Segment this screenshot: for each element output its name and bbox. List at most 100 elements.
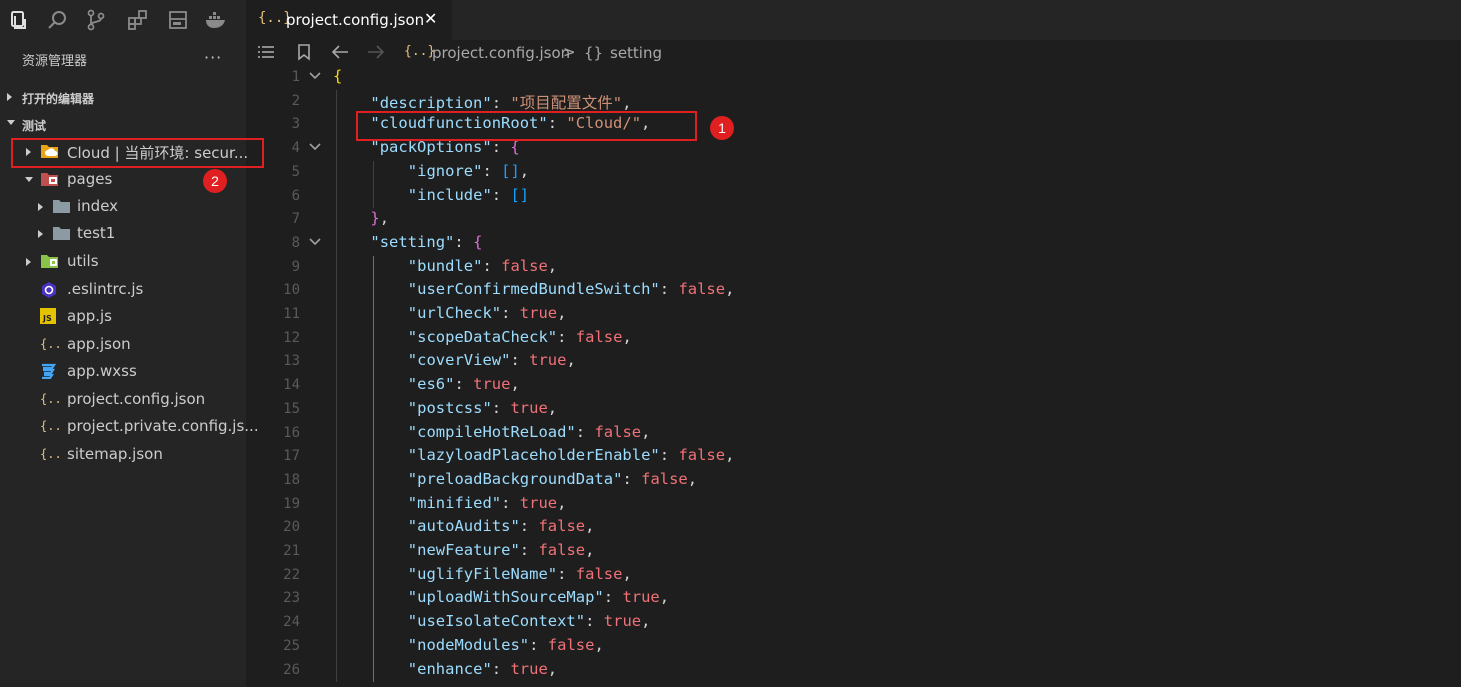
search-icon[interactable]: [46, 8, 70, 32]
code-token: ,: [641, 422, 651, 441]
code-token: false: [538, 541, 586, 559]
source-control-icon[interactable]: [84, 8, 108, 32]
code-token: :: [575, 422, 595, 441]
code-editor[interactable]: 1{2 "description": "项目配置文件", 3 "cloudfuncti…: [246, 66, 1461, 687]
line-number: 21: [283, 543, 300, 559]
annotation-badge-2: 2: [203, 169, 227, 193]
tree-item[interactable]: {..} sitemap.json: [0, 441, 246, 468]
code-line: 12 "scopeDataCheck": false,: [246, 327, 1461, 351]
code-token: :: [454, 375, 474, 394]
line-number: 1: [291, 69, 300, 85]
code-text: "userConfirmedBundleSwitch": false,: [408, 280, 735, 298]
css-icon: [40, 363, 57, 383]
breadcrumb: {..} project.config.json > {} setting: [246, 40, 1461, 66]
code-token: ,: [725, 446, 735, 465]
code-token: "ignore": [407, 161, 483, 180]
json-file-icon: {..}: [404, 44, 436, 59]
list-icon[interactable]: [256, 43, 276, 65]
json-icon: {..}: [40, 418, 69, 438]
code-line: 11 "urlCheck": true,: [246, 303, 1461, 327]
code-token: ,: [641, 612, 651, 631]
code-token: "userConfirmedBundleSwitch": [407, 280, 660, 299]
code-token: true: [510, 398, 548, 417]
code-line: 23 "uploadWithSourceMap": true,: [246, 587, 1461, 611]
code-token: :: [491, 398, 511, 417]
code-token: "enhance": [407, 659, 492, 678]
tree-item-label: utils: [67, 252, 99, 270]
code-token: "es6": [407, 375, 455, 394]
tree-item[interactable]: app.wxss: [0, 358, 246, 385]
fold-chevron-icon[interactable]: [308, 140, 322, 154]
code-line: 26 "enhance": true,: [246, 659, 1461, 683]
svg-text:{..}: {..}: [40, 419, 62, 433]
tree-item[interactable]: {..} project.private.config.js...: [0, 413, 259, 440]
line-number: 26: [283, 661, 300, 678]
explorer-icon[interactable]: [6, 8, 30, 32]
tree-item[interactable]: {..} project.config.json: [0, 386, 246, 413]
bookmark-icon[interactable]: [296, 43, 312, 65]
code-token: "setting": [370, 232, 455, 251]
tab-project-config[interactable]: {..} project.config.json ✕: [246, 0, 452, 40]
code-text: "include": []: [408, 186, 529, 204]
close-icon[interactable]: ✕: [424, 9, 437, 28]
code-token: :: [659, 280, 679, 299]
tree-item[interactable]: JS app.js: [0, 303, 246, 330]
code-text: "enhance": true,: [408, 660, 557, 678]
tree-item-label: project.config.json: [67, 390, 206, 408]
code-text: "bundle": false,: [408, 257, 557, 275]
folder-icon: [52, 198, 72, 218]
code-line: 19 "minified": true,: [246, 493, 1461, 517]
code-token: false: [575, 327, 623, 346]
layout-icon[interactable]: [166, 8, 190, 32]
js-icon: JS: [40, 308, 56, 328]
code-line: 16 "compileHotReLoad": false,: [246, 422, 1461, 446]
code-line: 20 "autoAudits": false,: [246, 516, 1461, 540]
more-actions-icon[interactable]: ···: [204, 48, 222, 67]
code-token: false: [538, 517, 586, 536]
code-token: :: [491, 659, 511, 678]
breadcrumb-file[interactable]: project.config.json: [432, 44, 570, 62]
open-editors-section[interactable]: 打开的编辑器: [0, 85, 246, 109]
line-number: 25: [283, 637, 300, 654]
code-token: ,: [557, 304, 567, 322]
line-number: 6: [291, 187, 300, 204]
breadcrumb-setting[interactable]: setting: [610, 44, 662, 62]
tree-item-label: .eslintrc.js: [67, 280, 144, 298]
explorer-sidebar: 资源管理器 ··· 打开的编辑器 测试 Cloud | 当前环境: secur.…: [0, 0, 259, 687]
code-token: ,: [510, 375, 520, 394]
code-token: "compileHotReLoad": [407, 422, 576, 441]
code-token: "minified": [407, 493, 502, 512]
code-token: "lazyloadPlaceholderEnable": [407, 446, 660, 465]
tree-item[interactable]: test1: [0, 220, 246, 247]
code-line: 21 "newFeature": false,: [246, 540, 1461, 564]
back-arrow-icon[interactable]: [330, 43, 350, 65]
line-number: 9: [291, 258, 300, 275]
tree-item[interactable]: utils: [0, 248, 246, 275]
tree-item[interactable]: index: [0, 193, 246, 220]
fold-chevron-icon[interactable]: [308, 235, 322, 249]
code-token: ,: [547, 398, 558, 417]
code-token: "uploadWithSourceMap": [407, 588, 604, 607]
docker-icon[interactable]: [204, 8, 228, 32]
forward-arrow-icon[interactable]: [366, 43, 386, 65]
line-number: 24: [283, 614, 300, 631]
workspace-section[interactable]: 测试: [0, 112, 246, 136]
code-token: :: [519, 517, 539, 536]
code-line: 13 "coverView": true,: [246, 350, 1461, 374]
code-line: 6 "include": []: [246, 185, 1461, 209]
fold-chevron-icon[interactable]: [308, 69, 322, 83]
tree-item[interactable]: {..} app.json: [0, 331, 246, 358]
line-number: 14: [283, 377, 300, 394]
code-token: "urlCheck": [407, 304, 502, 322]
line-number: 20: [283, 519, 300, 536]
code-token: "scopeDataCheck": [407, 327, 558, 346]
code-token: :: [482, 256, 502, 275]
tree-item[interactable]: .eslintrc.js: [0, 276, 246, 303]
code-token: false: [575, 564, 623, 583]
code-token: false: [547, 635, 595, 654]
code-token: :: [585, 612, 604, 631]
explorer-title: 资源管理器: [22, 54, 88, 69]
code-token: false: [678, 446, 726, 465]
extensions-icon[interactable]: [126, 8, 150, 32]
open-editors-label: 打开的编辑器: [22, 92, 95, 106]
